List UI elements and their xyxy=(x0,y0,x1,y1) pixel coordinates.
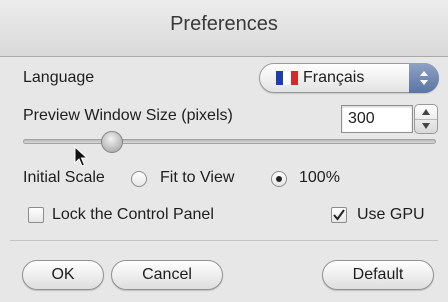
preview-size-label: Preview Window Size (pixels) xyxy=(23,107,233,124)
stepper-up-icon[interactable] xyxy=(415,105,437,120)
preview-size-slider-track[interactable] xyxy=(23,139,436,144)
fit-to-view-radio[interactable] xyxy=(131,171,147,187)
up-down-arrows-icon xyxy=(409,63,439,93)
radio-selected-dot xyxy=(276,176,282,182)
french-flag-icon xyxy=(276,71,298,85)
cursor-icon xyxy=(74,146,88,167)
100-percent-radio[interactable] xyxy=(271,171,287,187)
lock-panel-checkbox[interactable] xyxy=(28,207,44,223)
preview-size-stepper[interactable] xyxy=(414,104,438,134)
preview-size-slider-knob[interactable] xyxy=(101,131,124,153)
initial-scale-label: Initial Scale xyxy=(23,169,105,186)
checkmark-icon xyxy=(333,209,345,221)
fit-to-view-label[interactable]: Fit to View xyxy=(160,169,234,187)
language-label: Language xyxy=(23,69,95,86)
default-button[interactable]: Default xyxy=(322,260,434,290)
cancel-button[interactable]: Cancel xyxy=(111,260,223,290)
separator xyxy=(10,240,438,241)
preview-size-field[interactable]: 300 xyxy=(341,105,413,133)
language-popup[interactable]: Français xyxy=(259,63,439,93)
language-value: Français xyxy=(303,69,365,86)
stepper-down-icon[interactable] xyxy=(415,119,437,133)
window-title: Preferences xyxy=(170,13,278,35)
ok-button[interactable]: OK xyxy=(22,260,104,290)
lock-panel-label[interactable]: Lock the Control Panel xyxy=(52,206,214,224)
use-gpu-label[interactable]: Use GPU xyxy=(357,206,425,224)
use-gpu-checkbox[interactable] xyxy=(331,207,347,223)
title-bar: Preferences xyxy=(0,0,448,57)
preview-size-value: 300 xyxy=(348,110,375,127)
100-percent-label[interactable]: 100% xyxy=(299,169,340,187)
